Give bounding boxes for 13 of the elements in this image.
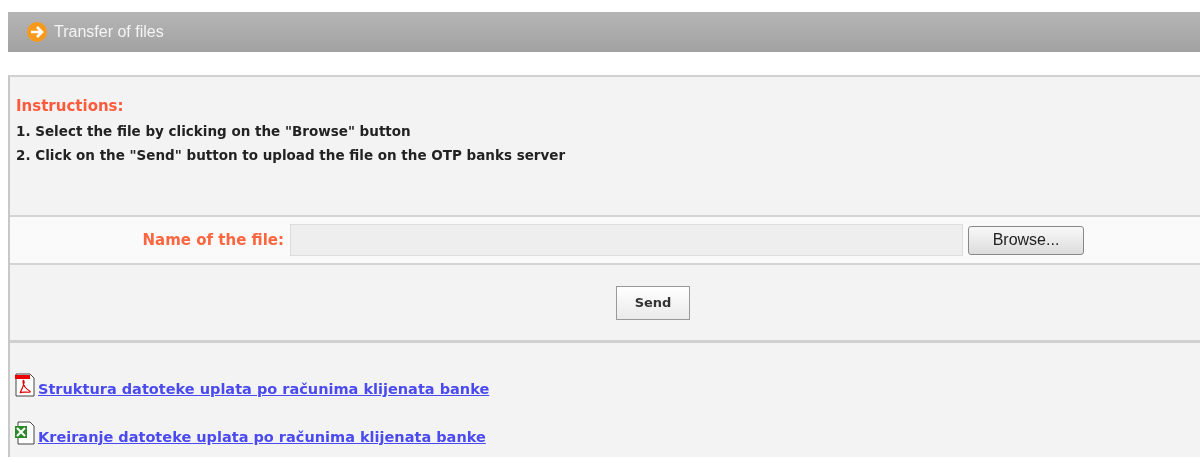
browse-button[interactable]: Browse...: [968, 225, 1084, 255]
file-name-field[interactable]: [290, 224, 963, 256]
spreadsheet-icon: [14, 421, 36, 445]
instruction-step: 2. Click on the "Send" button to upload the file on the OTP banks server: [16, 143, 1200, 167]
send-button[interactable]: Send: [616, 285, 690, 320]
arrow-right-icon: [26, 21, 48, 43]
file-name-label: Name of the file:: [141, 231, 285, 249]
download-link[interactable]: Struktura datoteke uplata po računima klijenata banke: [36, 381, 490, 397]
page-title: Transfer of files: [54, 23, 164, 41]
pdf-icon: [14, 373, 36, 397]
instruction-step: 1. Select the file by clicking on the "Browse" button: [16, 119, 1200, 143]
instructions-heading: Instructions:: [16, 97, 125, 115]
download-link[interactable]: Kreiranje datoteke uplata po računima klijenata banke: [36, 429, 486, 445]
